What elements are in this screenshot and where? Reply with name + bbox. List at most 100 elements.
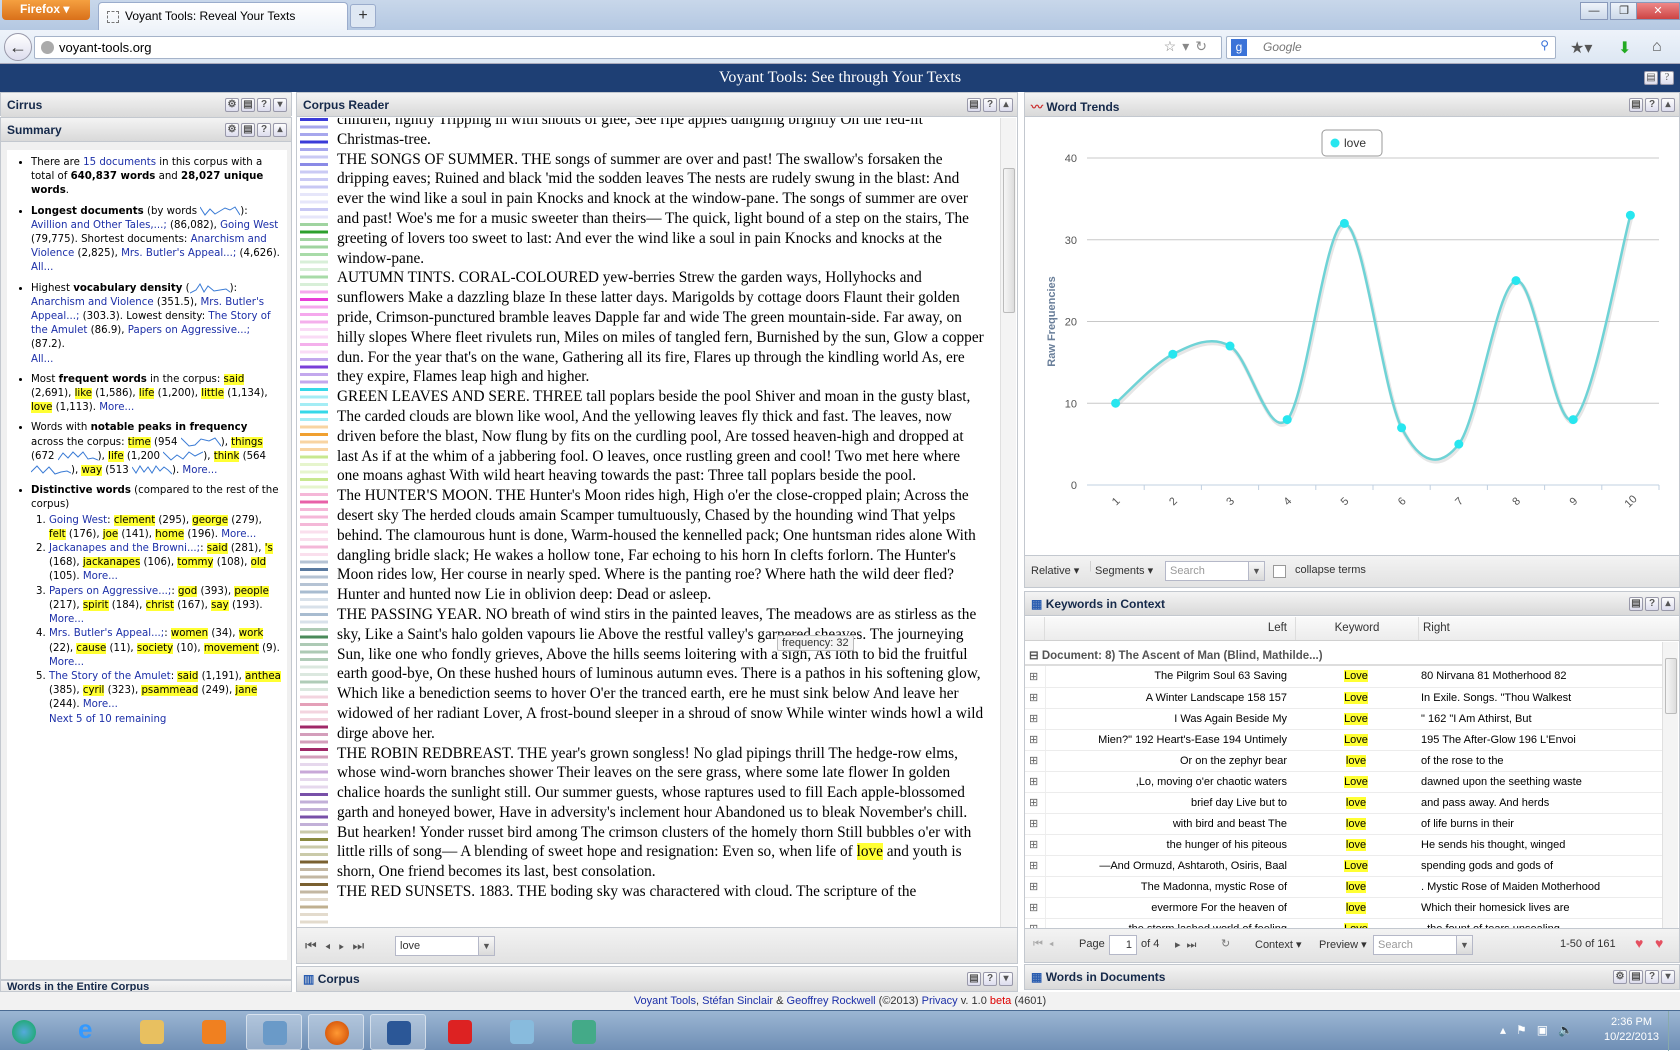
term-link[interactable]: clement [113, 514, 156, 526]
term-link[interactable]: psammead [141, 685, 199, 697]
document-strip[interactable] [300, 380, 328, 384]
doc-link[interactable]: The Story of the Amulet [49, 671, 171, 682]
privacy-link[interactable]: Privacy [922, 995, 958, 1007]
document-overview-strips[interactable] [298, 118, 330, 928]
browser-tab[interactable]: Voyant Tools: Reveal Your Texts [98, 2, 348, 30]
document-strip[interactable] [300, 268, 328, 271]
document-strip[interactable] [300, 830, 328, 834]
document-strip[interactable] [300, 140, 328, 144]
document-strip[interactable] [300, 365, 328, 369]
kwic-row[interactable]: ⊞ brief day Live but to love and pass away.… [1025, 792, 1662, 814]
help-icon[interactable]: ? [1645, 596, 1659, 611]
document-strip[interactable] [300, 313, 328, 316]
kwic-keyword[interactable]: love [1345, 901, 1367, 914]
google-icon[interactable]: g [1231, 39, 1247, 56]
expand-row-icon[interactable]: ⊞ [1025, 813, 1046, 835]
document-strip[interactable] [300, 740, 328, 744]
term-link[interactable]: spirit [82, 599, 109, 611]
last-page-icon[interactable]: ⏭ [1187, 939, 1203, 951]
collapse-terms-checkbox[interactable] [1273, 565, 1286, 578]
chevron-down-icon[interactable]: ▼ [1456, 936, 1472, 954]
save-icon[interactable]: ▤ [967, 97, 981, 112]
document-strip[interactable] [300, 208, 328, 211]
document-strip[interactable] [300, 628, 328, 631]
data-point[interactable] [1168, 349, 1178, 359]
restore-button[interactable]: ❐ [1610, 2, 1638, 20]
expand-icon[interactable]: ▾ [1661, 969, 1675, 984]
keyword-highlight[interactable]: love [856, 843, 883, 861]
document-strip[interactable] [300, 395, 328, 399]
home-icon[interactable]: ⌂ [1652, 38, 1662, 56]
corpus-header[interactable]: ▥ Corpus ▤? ▾ [297, 967, 1017, 991]
context-menu[interactable]: Context ▾ [1255, 938, 1302, 951]
document-strip[interactable] [300, 125, 328, 129]
document-strip[interactable] [300, 335, 328, 339]
document-strip[interactable] [300, 913, 328, 916]
term-link[interactable]: home [155, 528, 185, 540]
document-strip[interactable] [300, 170, 328, 174]
term-link[interactable]: cause [76, 642, 107, 654]
data-point[interactable] [1225, 341, 1235, 351]
expand-row-icon[interactable]: ⊞ [1025, 918, 1046, 928]
relative-menu[interactable]: Relative ▾ [1031, 564, 1079, 577]
document-strip[interactable] [300, 575, 328, 579]
url-bar[interactable]: voyant-tools.org ☆▾↻ [34, 36, 1222, 59]
kwic-row[interactable]: ⊞ the hunger of his piteous love He sends h… [1025, 834, 1662, 856]
term-link[interactable]: little [201, 388, 225, 400]
document-strip[interactable] [300, 905, 328, 909]
document-strip[interactable] [300, 545, 328, 549]
doc-link[interactable]: Anarchism and Violence [31, 297, 154, 308]
internet-explorer-icon[interactable]: e [62, 1014, 118, 1050]
term-link[interactable]: cyril [82, 685, 105, 697]
expand-row-icon[interactable]: ⊞ [1025, 729, 1046, 751]
document-strip[interactable] [300, 403, 328, 406]
clock[interactable]: 2:36 PM 10/22/2013 [1604, 1015, 1659, 1045]
collapse-icon[interactable]: ▴ [1661, 596, 1675, 611]
column-right[interactable]: Right [1423, 622, 1450, 634]
document-strip[interactable] [300, 200, 328, 204]
term-link[interactable]: felt [49, 528, 66, 540]
help-icon[interactable]: ? [983, 971, 997, 986]
paint-icon[interactable] [494, 1014, 550, 1050]
photo-viewer-icon[interactable] [556, 1014, 612, 1050]
document-strip[interactable] [300, 238, 328, 241]
all-link[interactable]: All... [31, 354, 53, 365]
kwic-row[interactable]: ⊞ Mien?" 192 Heart's-Ease 194 Untimely Lov… [1025, 729, 1662, 751]
word-trends-chart[interactable]: 0 10 20 30 40 1 2 3 4 5 6 7 8 9 10 Raw Frequencies love [1025, 118, 1679, 555]
expand-row-icon[interactable]: ⊞ [1025, 792, 1046, 814]
term-link[interactable]: say [211, 599, 229, 611]
page-number-input[interactable]: 1 [1109, 935, 1137, 955]
document-strip[interactable] [300, 635, 328, 639]
first-page-icon[interactable]: ⏮ [1033, 938, 1049, 950]
doc-link[interactable]: Papers on Aggressive...; [49, 586, 171, 597]
collapse-icon[interactable]: ▴ [999, 97, 1013, 112]
gear-icon[interactable]: ⚙ [1613, 969, 1627, 984]
show-desktop-button[interactable] [1668, 1011, 1680, 1051]
collapse-group-icon[interactable]: ⊟ [1029, 650, 1039, 662]
system-tray[interactable]: ▴⚑▣🔈 [1500, 1023, 1583, 1037]
term-link[interactable]: people [234, 585, 269, 597]
document-strip[interactable] [300, 538, 328, 541]
kwic-keyword[interactable]: love [1345, 754, 1367, 767]
more-link[interactable]: More... [99, 402, 134, 413]
document-strip[interactable] [300, 290, 328, 294]
acrobat-icon[interactable] [432, 1014, 488, 1050]
document-strip[interactable] [300, 823, 328, 826]
document-strip[interactable] [300, 508, 328, 511]
data-point[interactable] [1282, 415, 1292, 425]
document-strip[interactable] [300, 425, 328, 429]
document-strip[interactable] [300, 763, 328, 766]
more-link[interactable]: More... [49, 657, 84, 668]
document-strip[interactable] [300, 838, 328, 841]
document-strip[interactable] [300, 733, 328, 736]
document-strip[interactable] [300, 388, 328, 391]
download-icon[interactable]: ⬇ [1618, 38, 1631, 58]
bookmark-star-icon[interactable]: ☆ [1164, 38, 1183, 54]
document-strip[interactable] [300, 718, 328, 721]
last-page-icon[interactable]: ⏭ [352, 938, 372, 953]
term-link[interactable]: 's [264, 543, 273, 555]
document-strip[interactable] [300, 665, 328, 669]
document-strip[interactable] [300, 920, 328, 924]
data-point[interactable] [1339, 218, 1349, 228]
first-page-icon[interactable]: ⏮ [305, 938, 325, 953]
